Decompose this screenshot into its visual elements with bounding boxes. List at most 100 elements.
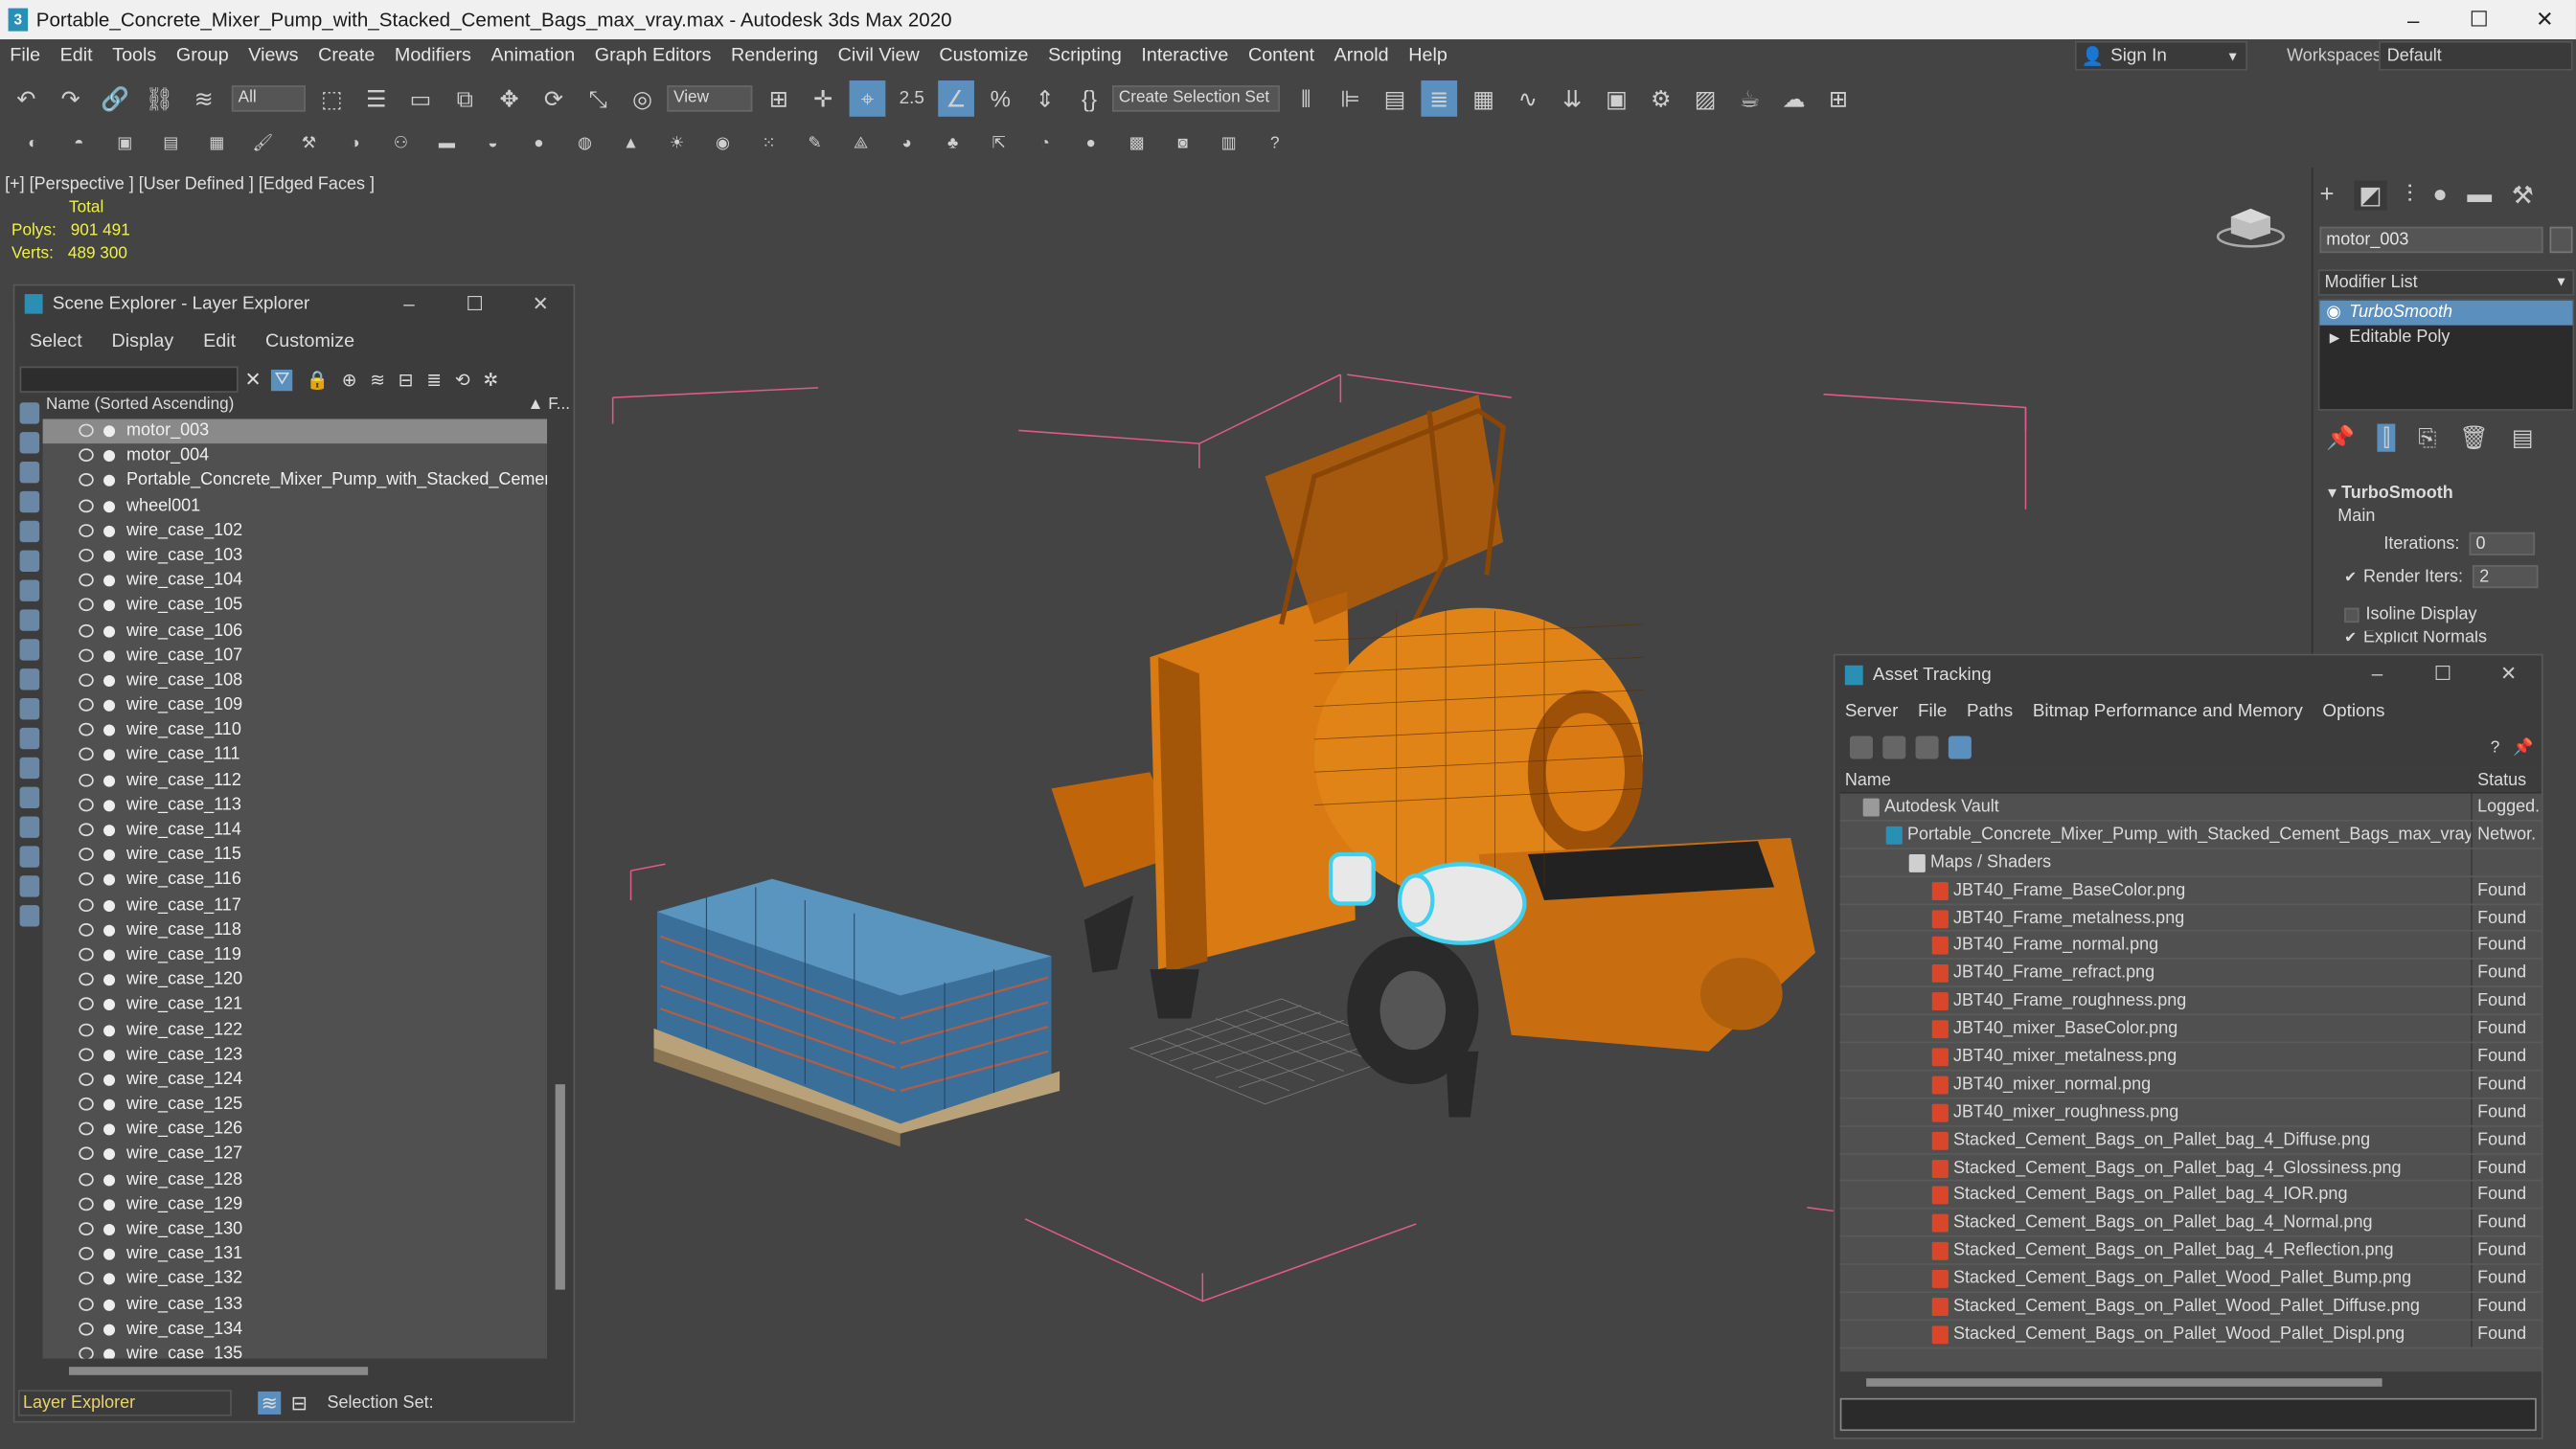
scene-object-row[interactable]: wire_case_130 [43,1217,547,1242]
visibility-eye-icon[interactable] [79,922,94,937]
iterations-spinner[interactable]: 0 [2469,532,2536,555]
select-by-name-icon[interactable]: ☰ [358,80,395,117]
invert-display-icon[interactable] [19,816,40,838]
scene-object-row[interactable]: Portable_Concrete_Mixer_Pump_with_Stacke… [43,469,547,494]
asset-row[interactable]: JBT40_Frame_metalness.png Found [1839,904,2542,933]
scene-object-row[interactable]: wire_case_104 [43,569,547,594]
viewport-label[interactable]: [+] [Perspective ] [User Defined ] [Edge… [5,174,375,194]
scene-object-row[interactable]: wire_case_107 [43,644,547,668]
mirror-icon[interactable]: ⫴ [1288,80,1324,117]
percent-snap-icon[interactable]: % [983,80,1019,117]
freeze-dot-icon[interactable] [103,525,116,537]
visibility-eye-icon[interactable] [79,848,94,862]
display-bones-icon[interactable] [19,639,40,661]
scene-object-row[interactable]: wire_case_127 [43,1143,547,1167]
scene-object-row[interactable]: wire_case_123 [43,1043,547,1068]
object-name-field[interactable]: motor_003 [2319,226,2543,254]
hierarchy-icon[interactable]: ⊟ [399,369,414,391]
at-menu-options[interactable]: Options [2313,701,2395,721]
visibility-eye-icon[interactable] [79,972,94,986]
at-menu-paths[interactable]: Paths [1957,701,2023,721]
asset-tracking-titlebar[interactable]: Asset Tracking – ☐ ✕ [1835,655,2542,694]
display-hidden-icon[interactable] [19,727,40,750]
freeze-dot-icon[interactable] [103,1348,116,1359]
freeze-dot-icon[interactable] [103,1148,116,1161]
freeze-dot-icon[interactable] [103,475,116,487]
minimize-button[interactable]: – [2344,655,2410,691]
freeze-dot-icon[interactable] [103,899,116,912]
asset-row[interactable]: Stacked_Cement_Bags_on_Pallet_bag_4_IOR.… [1839,1182,2542,1211]
asset-row[interactable]: JBT40_mixer_BaseColor.png Found [1839,1015,2542,1044]
help-icon[interactable]: ? [2491,738,2500,757]
scene-object-row[interactable]: wire_case_129 [43,1192,547,1217]
scene-object-row[interactable]: wire_case_131 [43,1242,547,1267]
minimize-button[interactable]: – [376,285,443,322]
freeze-dot-icon[interactable] [103,1098,116,1111]
visibility-eye-icon[interactable] [79,1072,94,1086]
proxy-icon[interactable]: ⟁ [848,130,874,156]
script-icon[interactable]: ▥ [1216,130,1242,156]
display-groups-icon[interactable] [19,579,40,601]
rect-selection-icon[interactable]: ▭ [402,80,439,117]
link-icon[interactable]: 🔗 [97,80,133,117]
scene-object-row[interactable]: wire_case_122 [43,1018,547,1043]
freeze-dot-icon[interactable] [103,874,116,887]
scene-object-row[interactable]: wire_case_126 [43,1118,547,1143]
visibility-eye-icon[interactable] [79,947,94,962]
export-icon[interactable]: ⇱ [986,130,1012,156]
freeze-dot-icon[interactable] [103,924,116,937]
visibility-eye-icon[interactable] [79,1272,94,1286]
freeze-dot-icon[interactable] [103,1049,116,1061]
visibility-eye-icon[interactable] [79,448,94,463]
make-unique-icon[interactable]: ⎘ [2418,424,2436,452]
add-layer-icon[interactable]: ⊕ [342,369,357,391]
menu-civil-view[interactable]: Civil View [828,46,929,66]
toggle-ribbon-icon[interactable]: ≣ [1421,80,1458,117]
menu-create[interactable]: Create [308,46,385,66]
scene-object-row[interactable]: motor_003 [42,419,548,444]
close-button[interactable]: ✕ [2507,0,2576,39]
scene-object-row[interactable]: wire_case_103 [43,544,547,569]
freeze-dot-icon[interactable] [103,949,116,962]
dome-icon[interactable]: ◒ [480,130,506,156]
explorer-type-dropdown[interactable]: Layer Explorer [17,1390,232,1416]
freeze-dot-icon[interactable] [103,699,116,712]
scrollbar-thumb[interactable] [555,1084,565,1290]
freeze-dot-icon[interactable] [103,425,116,438]
visibility-eye-icon[interactable] [79,723,94,736]
se-menu-edit[interactable]: Edit [189,332,251,352]
clear-search-icon[interactable]: ✕ [245,368,262,391]
at-menu-bitmap-performance-and-memory[interactable]: Bitmap Performance and Memory [2023,701,2314,721]
remove-modifier-icon[interactable]: 🗑 [2459,424,2488,452]
freeze-dot-icon[interactable] [103,624,116,637]
scene-object-row[interactable]: wire_case_133 [43,1292,547,1317]
asset-row[interactable]: JBT40_Frame_BaseColor.png Found [1839,876,2542,905]
scene-object-row[interactable]: wire_case_110 [43,718,547,743]
eye-icon[interactable]: ◉ [2326,301,2341,326]
asset-row[interactable]: Stacked_Cement_Bags_on_Pallet_bag_4_Glos… [1839,1154,2542,1183]
visibility-eye-icon[interactable] [79,997,94,1011]
render-iterative-icon[interactable]: ☁ [1776,80,1812,117]
visibility-eye-icon[interactable] [79,498,94,512]
visibility-eye-icon[interactable] [79,897,94,912]
minimize-button[interactable]: – [2376,0,2451,39]
freeze-dot-icon[interactable] [103,825,116,837]
asset-row[interactable]: JBT40_Frame_normal.png Found [1839,932,2542,961]
manipulate-icon[interactable]: ✛ [805,80,841,117]
freeze-dot-icon[interactable] [103,1173,116,1186]
menu-views[interactable]: Views [239,46,308,66]
refresh-icon[interactable] [1849,736,1873,759]
visibility-eye-icon[interactable] [79,1122,94,1136]
scene-object-row[interactable]: wire_case_106 [43,619,547,644]
scene-object-row[interactable]: wheel001 [43,494,547,519]
maximize-button[interactable]: ☐ [2410,655,2476,691]
lock-icon[interactable]: 🔒 [307,369,329,391]
menu-group[interactable]: Group [167,46,239,66]
plant-icon[interactable]: ♣ [940,130,966,156]
visibility-eye-icon[interactable] [79,623,94,637]
freeze-dot-icon[interactable] [103,575,116,587]
scene-object-row[interactable]: wire_case_120 [43,968,547,993]
cameras-icon[interactable]: ⚇ [388,130,414,156]
visibility-eye-icon[interactable] [79,598,94,612]
cone-icon[interactable]: ▲ [618,130,644,156]
